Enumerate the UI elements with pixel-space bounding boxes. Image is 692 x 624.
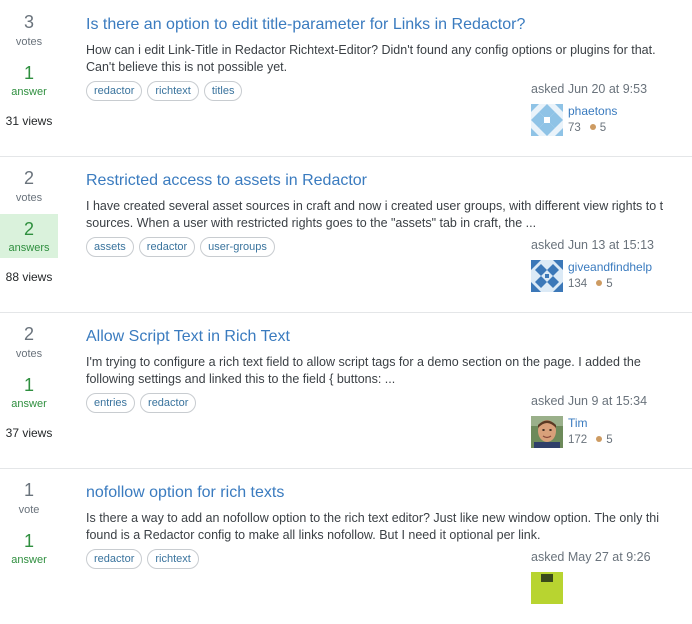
bronze-badge-count: 5 [606, 434, 613, 446]
answer-label: answers [8, 242, 50, 254]
excerpt-line: found is a Redactor config to make all l… [86, 528, 541, 542]
bronze-badge-count: 5 [606, 278, 613, 290]
view-count: 37 views [5, 426, 53, 440]
bronze-badge-icon [596, 436, 603, 443]
excerpt-line: Can't believe this is not possible yet. [86, 60, 288, 74]
asked-timestamp: asked Jun 9 at 15:34 [531, 394, 648, 408]
asked-timestamp: asked Jun 13 at 15:13 [531, 238, 655, 252]
reputation-score: 134 [568, 278, 588, 290]
tag[interactable]: user-groups [200, 237, 275, 257]
tag[interactable]: richtext [147, 81, 199, 101]
answer-count-box: 2 answers [0, 214, 58, 258]
question-summary: 2 votes 2 answers 88 views Restricted ac… [0, 156, 692, 313]
vote-label: vote [18, 504, 40, 516]
answer-count: 1 [23, 63, 34, 83]
vote-label: votes [15, 36, 43, 48]
tag[interactable]: redactor [140, 393, 197, 413]
tag-list: redactor richtext titles [86, 81, 247, 103]
tag[interactable]: richtext [147, 549, 199, 569]
answer-count: 1 [23, 375, 34, 395]
answer-count-box: 1 answer [0, 58, 58, 102]
excerpt-line: following settings and linked this to th… [86, 372, 396, 386]
reputation-score: 172 [568, 434, 588, 446]
vote-label: votes [15, 192, 43, 204]
tag[interactable]: redactor [86, 549, 143, 569]
tag[interactable]: titles [203, 81, 243, 101]
user-avatar-identicon[interactable] [531, 104, 563, 136]
user-reputation: 134 5 [568, 278, 613, 290]
question-excerpt: Is there a way to add an nofollow option… [86, 510, 692, 544]
bronze-badge-icon [589, 124, 596, 131]
answer-count-box: 1 answer [0, 526, 58, 570]
answer-label: answer [11, 86, 47, 98]
answer-count: 2 [23, 219, 34, 239]
tag-list: redactor richtext [86, 549, 204, 571]
excerpt-line: sources. When a user with restricted rig… [86, 216, 537, 230]
view-count: 31 views [5, 114, 53, 128]
tag[interactable]: assets [86, 237, 134, 257]
question-summary: 1 vote 1 answer nofollow option for rich… [0, 468, 692, 624]
question-title-link[interactable]: Restricted access to assets in Redactor [86, 172, 367, 190]
question-excerpt: I have created several asset sources in … [86, 198, 692, 232]
answer-count: 1 [23, 531, 34, 551]
question-excerpt: How can i edit Link-Title in Redactor Ri… [86, 42, 692, 76]
excerpt-line: I'm trying to configure a rich text fiel… [86, 355, 641, 369]
question-title-link[interactable]: Is there an option to edit title-paramet… [86, 16, 525, 34]
vote-count: 2 [23, 168, 34, 188]
user-avatar-photo[interactable] [531, 416, 563, 448]
vote-count: 3 [23, 12, 34, 32]
question-title-link[interactable]: nofollow option for rich texts [86, 484, 284, 502]
user-name-link[interactable]: giveandfindhelp [568, 260, 652, 274]
question-summary: 3 votes 1 answer 31 views Is there an op… [0, 0, 692, 157]
answer-label: answer [11, 398, 47, 410]
vote-label: votes [15, 348, 43, 360]
user-reputation: 73 5 [568, 122, 606, 134]
reputation-score: 73 [568, 122, 581, 134]
user-avatar-identicon[interactable] [531, 260, 563, 292]
answer-label: answer [11, 554, 47, 566]
tag[interactable]: redactor [138, 237, 196, 257]
tag-list: entries redactor [86, 393, 201, 415]
user-name-link[interactable]: Tim [568, 416, 588, 430]
vote-count: 2 [23, 324, 34, 344]
excerpt-line: How can i edit Link-Title in Redactor Ri… [86, 43, 656, 57]
asked-timestamp: asked Jun 20 at 9:53 [531, 82, 648, 96]
tag[interactable]: entries [86, 393, 136, 413]
answer-count-box: 1 answer [0, 370, 58, 414]
vote-count: 1 [23, 480, 34, 500]
asked-timestamp: asked May 27 at 9:26 [531, 550, 651, 564]
tag[interactable]: redactor [86, 81, 143, 101]
bronze-badge-count: 5 [599, 122, 607, 134]
question-excerpt: I'm trying to configure a rich text fiel… [86, 354, 692, 388]
user-reputation: 172 5 [568, 434, 613, 446]
tag-list: assets redactor user-groups [86, 237, 280, 259]
excerpt-line: Is there a way to add an nofollow option… [86, 511, 660, 525]
excerpt-line: I have created several asset sources in … [86, 199, 664, 213]
question-summary: 2 votes 1 answer 37 views Allow Script T… [0, 312, 692, 469]
user-name-link[interactable]: phaetons [568, 104, 617, 118]
question-title-link[interactable]: Allow Script Text in Rich Text [86, 328, 290, 346]
bronze-badge-icon [596, 280, 603, 287]
view-count: 88 views [5, 270, 53, 284]
